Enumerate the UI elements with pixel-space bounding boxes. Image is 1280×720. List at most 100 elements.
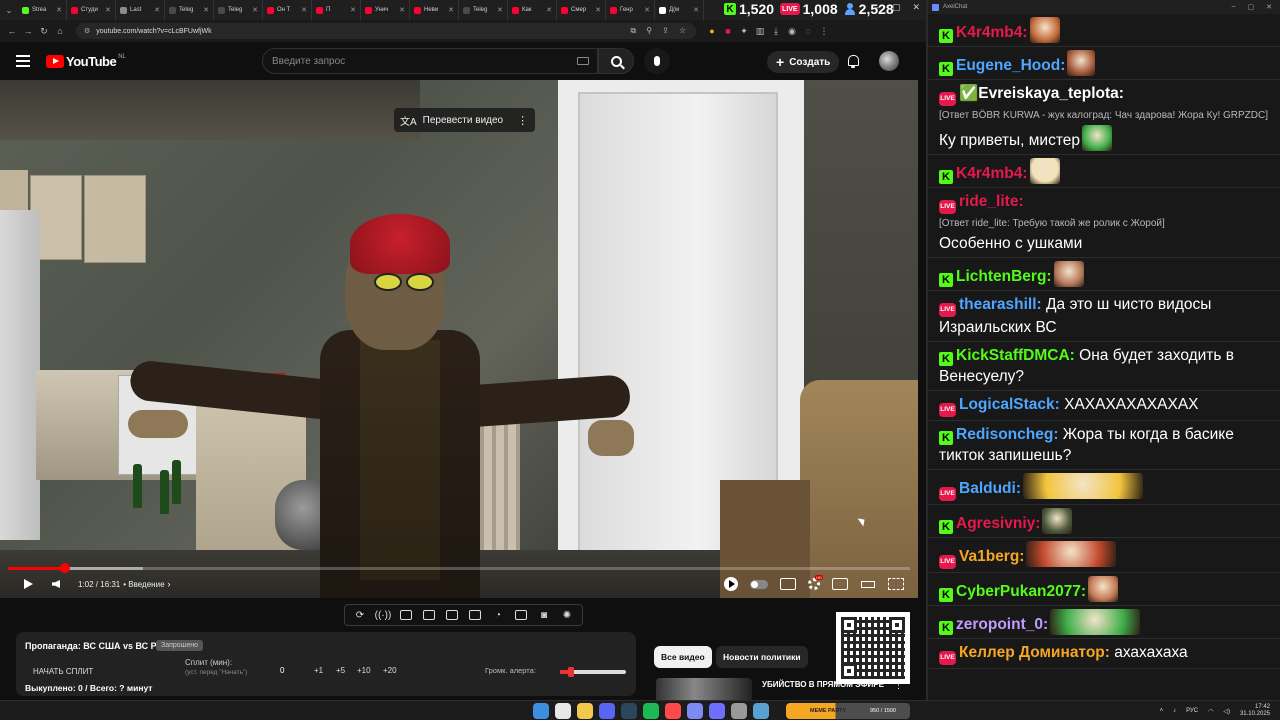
chat-username[interactable]: Келлер Доминатор: <box>959 644 1110 661</box>
tab-close-icon[interactable]: ✕ <box>154 6 160 14</box>
chat-username[interactable]: Va1berg: <box>959 548 1024 565</box>
forward-icon[interactable]: → <box>20 20 36 42</box>
download-icon[interactable]: ⤓ <box>768 20 784 42</box>
browser-tab[interactable]: Last ✕ <box>116 0 165 20</box>
tab-close-icon[interactable]: ✕ <box>203 6 209 14</box>
alert-volume-slider[interactable] <box>560 667 626 677</box>
aspect-ratio-icon[interactable] <box>444 609 460 621</box>
tab-close-icon[interactable]: ✕ <box>693 6 699 14</box>
toolbar-settings-icon[interactable]: ✺ <box>559 609 575 621</box>
profile-icon[interactable]: ◉ <box>784 20 800 42</box>
browser-tab[interactable]: Как ✕ <box>508 0 557 20</box>
more-vertical-icon[interactable]: ⋮ <box>894 680 903 691</box>
tab-close-icon[interactable]: ✕ <box>252 6 258 14</box>
sidepanel-icon[interactable]: ▥ <box>752 20 768 42</box>
lang-indicator[interactable]: РУС <box>1186 708 1198 714</box>
extension-icon[interactable]: ● <box>704 20 720 42</box>
maximize-icon[interactable]: ▢ <box>892 2 901 13</box>
avatar[interactable] <box>879 51 899 71</box>
tab-search-icon[interactable]: ⌄ <box>0 0 18 20</box>
taskbar-app-icon[interactable] <box>533 703 549 719</box>
create-button[interactable]: + Создать <box>767 51 840 73</box>
chevron-right-icon[interactable]: › <box>168 579 171 589</box>
browser-menu-icon[interactable]: ⋮ <box>816 20 832 42</box>
clock[interactable]: 17:42 31.10.2025 <box>1240 704 1270 718</box>
voice-search-button[interactable] <box>644 48 670 74</box>
camera-icon[interactable]: ◙ <box>536 609 552 621</box>
chip-all-videos[interactable]: Все видео <box>654 646 712 668</box>
taskbar-app-icon[interactable] <box>555 703 571 719</box>
theater-mode-icon[interactable] <box>860 578 876 590</box>
alert-volume-knob[interactable] <box>567 667 574 677</box>
browser-tab[interactable]: Генр ✕ <box>606 0 655 20</box>
autoplay-toggle[interactable] <box>750 579 768 589</box>
hamburger-menu-icon[interactable] <box>16 55 30 67</box>
miniplayer-icon[interactable] <box>832 578 848 590</box>
settings-gear-icon[interactable]: HD <box>808 575 823 590</box>
star-icon[interactable]: ☆ <box>679 26 686 36</box>
meme-party-widget[interactable]: MEME PARTY 950 / 1500 <box>786 703 910 719</box>
subtitles-icon[interactable] <box>780 578 796 590</box>
add-5-button[interactable]: +5 <box>336 666 345 675</box>
search-button[interactable] <box>598 48 634 74</box>
back-icon[interactable]: ← <box>4 20 20 42</box>
browser-tab[interactable]: Teleg ✕ <box>459 0 508 20</box>
chat-username[interactable]: thearashill: <box>959 296 1042 313</box>
recommended-title[interactable]: УБИЙСТВО В ПРЯМОМ ЭФИРЕ <box>762 680 884 689</box>
chat-username[interactable]: Eugene_Hood: <box>956 57 1065 74</box>
taskbar-app-icon[interactable] <box>731 703 747 719</box>
mute-button[interactable] <box>46 572 66 596</box>
translate-video-chip[interactable]: 文A Перевести видео ⋮ <box>394 108 536 132</box>
taskbar-app-icon[interactable] <box>643 703 659 719</box>
share-icon[interactable]: ⇪ <box>662 26 669 36</box>
taskbar-app-icon[interactable] <box>621 703 637 719</box>
close-icon[interactable]: ✕ <box>912 2 920 13</box>
browser-tab[interactable]: Неви ✕ <box>410 0 459 20</box>
close-icon[interactable]: ✕ <box>1266 3 1272 11</box>
tab-close-icon[interactable]: ✕ <box>497 6 503 14</box>
audio-icon[interactable]: ((·)) <box>375 609 392 621</box>
maximize-icon[interactable]: ▢ <box>1248 3 1255 11</box>
tab-close-icon[interactable]: ✕ <box>399 6 405 14</box>
tab-close-icon[interactable]: ✕ <box>56 6 62 14</box>
browser-tab[interactable]: Teleg ✕ <box>214 0 263 20</box>
chevron-up-icon[interactable]: ˄ <box>1160 708 1164 714</box>
speed-icon[interactable]: ◔ <box>490 609 506 621</box>
chat-message-list[interactable]: K K4r4mb4: K Eugene_Hood: LIVE ✅Evreiskaya_te… <box>928 14 1280 669</box>
chat-username[interactable]: LichtenBerg: <box>956 268 1052 285</box>
sponsorblock-icon[interactable] <box>724 577 738 591</box>
progress-bar[interactable] <box>8 563 910 573</box>
add-1-button[interactable]: +1 <box>314 666 323 675</box>
tab-close-icon[interactable]: ✕ <box>644 6 650 14</box>
tab-close-icon[interactable]: ✕ <box>546 6 552 14</box>
browser-tab[interactable]: Д(м ✕ <box>655 0 704 20</box>
minimize-icon[interactable]: – <box>875 2 880 13</box>
zoom-icon[interactable]: ⚲ <box>646 26 652 36</box>
speaker-icon[interactable]: ◁) <box>1223 708 1230 715</box>
chat-username[interactable]: KickStaffDMCA: <box>956 347 1075 364</box>
clapper-icon[interactable] <box>421 609 437 621</box>
chat-username[interactable]: CyberPukan2077: <box>956 583 1086 600</box>
chat-username[interactable]: Redisoncheg: <box>956 426 1058 443</box>
mic-tray-icon[interactable]: ♪ <box>1173 708 1176 714</box>
install-icon[interactable]: ⧉ <box>631 26 637 36</box>
tab-close-icon[interactable]: ✕ <box>105 6 111 14</box>
add-10-button[interactable]: +10 <box>357 666 371 675</box>
browser-tab[interactable]: Студи ✕ <box>67 0 116 20</box>
chat-username[interactable]: Baldudi: <box>959 480 1021 497</box>
tab-close-icon[interactable]: ✕ <box>301 6 307 14</box>
reload-icon[interactable]: ↻ <box>36 20 52 42</box>
browser-tab[interactable]: П ✕ <box>312 0 361 20</box>
settings-icon[interactable]: ◌ <box>800 20 816 42</box>
screenshot-icon[interactable] <box>398 609 414 621</box>
chat-username[interactable]: Agresivniy: <box>956 515 1040 532</box>
loop-icon[interactable]: ⟳ <box>352 609 368 621</box>
extensions-puzzle-icon[interactable]: ✦ <box>736 20 752 42</box>
taskbar-app-icon[interactable] <box>577 703 593 719</box>
chat-username[interactable]: zeropoint_0: <box>956 616 1048 633</box>
home-icon[interactable]: ⌂ <box>52 20 68 42</box>
browser-tab[interactable]: Он Т ✕ <box>263 0 312 20</box>
add-20-button[interactable]: +20 <box>383 666 397 675</box>
extension-icon-2[interactable]: ■ <box>720 20 736 42</box>
youtube-logo[interactable]: YouTube NL <box>46 54 126 69</box>
